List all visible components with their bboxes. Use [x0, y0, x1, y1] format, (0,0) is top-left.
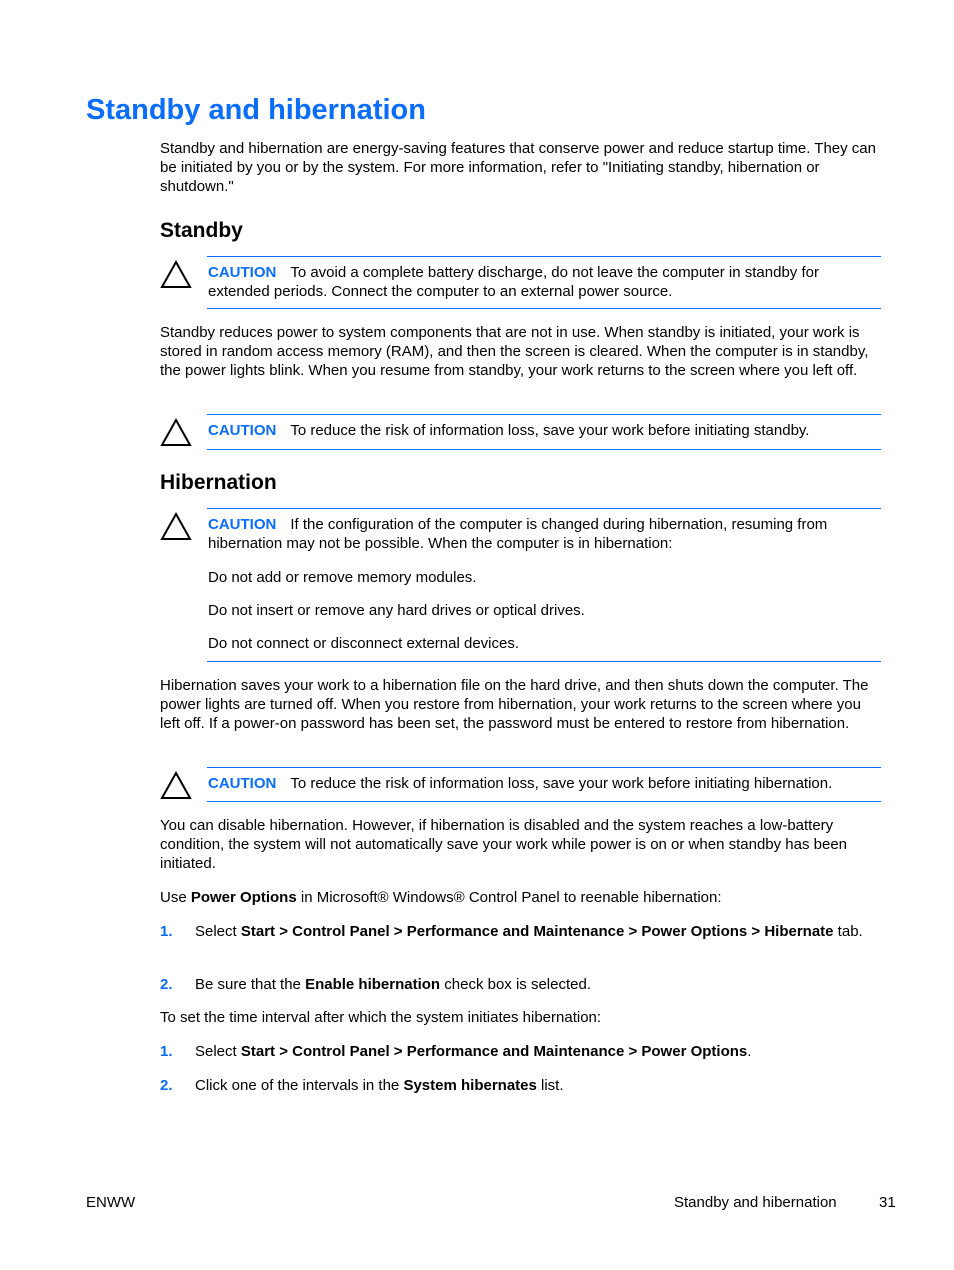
caution-item: Do not insert or remove any hard drives … — [208, 602, 585, 619]
caution-text: If the configuration of the computer is … — [208, 516, 828, 552]
text-run: Be sure that the — [195, 976, 306, 993]
reenable-paragraph: Use Power Options in Microsoft® Windows®… — [160, 888, 884, 907]
standby-heading: Standby — [160, 219, 243, 242]
caution-item: Do not connect or disconnect external de… — [208, 635, 520, 652]
caution-text: To avoid a complete battery discharge, d… — [208, 264, 819, 300]
setting-name: Enable hibernation — [305, 976, 441, 993]
step-number: 2. — [160, 1077, 173, 1094]
text-run: Click one of the intervals in the — [195, 1077, 404, 1094]
hibernation-paragraph: Hibernation saves your work to a hiberna… — [160, 677, 869, 732]
list-name: System hibernates — [403, 1077, 537, 1094]
interval-step-1: 1. Select Start > Control Panel > Perfor… — [160, 1042, 884, 1062]
disable-paragraph: You can disable hibernation. However, if… — [160, 817, 848, 872]
footer-section: Standby and hibernation — [674, 1194, 837, 1211]
standby-caution-1: CAUTION To avoid a complete battery disch… — [160, 256, 881, 309]
caution-label: CAUTION — [208, 516, 277, 533]
step-number: 1. — [160, 1043, 173, 1060]
caution-item: Do not add or remove memory modules. — [208, 569, 477, 586]
caution-bottom-rule — [207, 801, 881, 802]
reenable-step-2: 2. Be sure that the Enable hibernation c… — [160, 975, 884, 995]
standby-paragraph: Standby reduces power to system componen… — [160, 324, 869, 379]
text-run: Use — [160, 889, 191, 906]
power-options-term: Power Options — [190, 889, 297, 906]
standby-caution-2: CAUTION To reduce the risk of information… — [160, 414, 881, 450]
caution-label: CAUTION — [208, 264, 277, 281]
interval-paragraph: To set the time interval after which the… — [160, 1009, 602, 1026]
page-title: Standby and hibernation — [86, 94, 426, 126]
caution-top-rule — [207, 508, 881, 509]
caution-text: To reduce the risk of information loss, … — [290, 422, 810, 439]
text-run: Select — [195, 923, 241, 940]
text-run: list. — [536, 1077, 564, 1094]
warning-triangle-icon — [160, 511, 192, 540]
caution-label: CAUTION — [208, 775, 277, 792]
step-number: 2. — [160, 976, 173, 993]
intro-paragraph: Standby and hibernation are energy-savin… — [160, 140, 876, 195]
reenable-step-1: 1. Select Start > Control Panel > Perfor… — [160, 922, 884, 962]
hibernation-caution-2: CAUTION To reduce the risk of information… — [160, 767, 881, 802]
menu-path: Start > Control Panel > Performance and … — [240, 1043, 748, 1060]
caution-text: To reduce the risk of information loss, … — [290, 775, 833, 792]
caution-label: CAUTION — [208, 422, 277, 439]
caution-bottom-rule — [207, 661, 881, 662]
warning-triangle-icon — [160, 770, 192, 799]
caution-bottom-rule — [207, 449, 881, 450]
text-run: . — [747, 1043, 752, 1060]
text-run: Select — [195, 1043, 241, 1060]
interval-step-2: 2. Click one of the intervals in the Sys… — [160, 1076, 884, 1096]
step-number: 1. — [160, 923, 173, 940]
caution-bottom-rule — [207, 308, 881, 309]
warning-triangle-icon — [160, 417, 192, 446]
caution-top-rule — [207, 256, 881, 257]
page-number: 31 — [879, 1194, 896, 1211]
hibernation-caution-1: CAUTION If the configuration of the compu… — [160, 508, 881, 662]
warning-triangle-icon — [160, 259, 192, 288]
caution-top-rule — [207, 414, 881, 415]
footer-left: ENWW — [86, 1194, 136, 1211]
menu-path: Start > Control Panel > Performance and … — [240, 923, 834, 940]
hibernation-heading: Hibernation — [160, 471, 277, 494]
text-run: check box is selected. — [440, 976, 592, 993]
caution-top-rule — [207, 767, 881, 768]
text-run: in Microsoft® Windows® Control Panel to … — [296, 889, 722, 906]
text-run: tab. — [833, 923, 863, 940]
